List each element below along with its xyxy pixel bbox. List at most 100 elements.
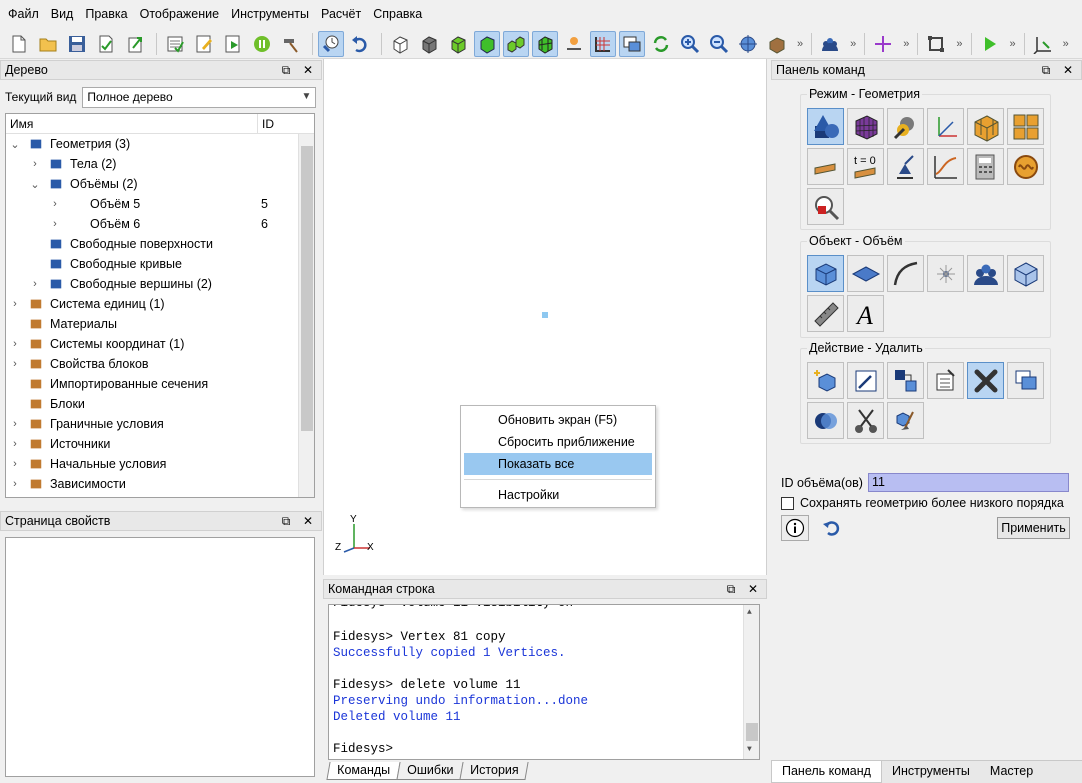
box-icon[interactable] <box>764 31 790 57</box>
inspect-mode-icon[interactable] <box>807 188 844 225</box>
surface-object-icon[interactable] <box>847 255 884 292</box>
chevron-right-icon[interactable]: › <box>10 298 20 310</box>
undock-icon[interactable]: ⧉ <box>279 514 293 529</box>
tab-wizard[interactable]: Мастер <box>980 761 1043 783</box>
ctx-settings[interactable]: Настройки <box>464 484 652 506</box>
vertex-object-icon[interactable] <box>927 255 964 292</box>
modify-action-icon[interactable] <box>847 362 884 399</box>
create-action-icon[interactable] <box>807 362 844 399</box>
zoom-out-icon[interactable] <box>706 31 732 57</box>
properties-action-icon[interactable] <box>927 362 964 399</box>
tab-tools[interactable]: Инструменты <box>882 761 980 783</box>
chevron-down-icon[interactable]: ⌄ <box>10 138 20 151</box>
ctx-show-all[interactable]: Показать все <box>464 453 652 475</box>
export-icon[interactable] <box>122 31 148 57</box>
copy-action-icon[interactable] <box>1007 362 1044 399</box>
mesh-mode-icon[interactable] <box>847 108 884 145</box>
calculator-mode-icon[interactable] <box>967 148 1004 185</box>
analysis-mode-icon[interactable] <box>1007 148 1044 185</box>
zoom-in-icon[interactable] <box>677 31 703 57</box>
cmd-scroll-thumb[interactable] <box>746 723 758 741</box>
tab-commands[interactable]: Команды <box>326 762 401 780</box>
menu-file[interactable]: Файл <box>2 0 45 29</box>
tree-row[interactable]: › Зависимости <box>6 474 314 494</box>
new-file-icon[interactable] <box>6 31 32 57</box>
close-icon[interactable]: ✕ <box>1061 63 1075 78</box>
undock-icon[interactable]: ⧉ <box>1039 63 1053 78</box>
close-icon[interactable]: ✕ <box>301 514 315 529</box>
volume-object-icon[interactable] <box>807 255 844 292</box>
toolbar-more-icon-6[interactable]: » <box>1063 38 1069 50</box>
run-script-icon[interactable] <box>220 31 246 57</box>
blocks-mode-icon[interactable] <box>967 108 1004 145</box>
chevron-right-icon[interactable]: › <box>50 218 60 230</box>
toolbar-more-icon-2[interactable]: » <box>850 38 856 50</box>
open-folder-icon[interactable] <box>35 31 61 57</box>
group-object-icon[interactable] <box>967 255 1004 292</box>
axes-icon[interactable] <box>1030 31 1056 57</box>
source-mode-icon[interactable] <box>887 148 924 185</box>
mesh-body-icon[interactable] <box>532 30 558 57</box>
reset-button[interactable] <box>818 515 846 541</box>
bounding-box-icon[interactable] <box>923 31 949 57</box>
column-id[interactable]: ID <box>258 117 274 131</box>
ctx-refresh[interactable]: Обновить экран (F5) <box>464 409 652 431</box>
transform-action-icon[interactable] <box>887 362 924 399</box>
coordinate-mode-icon[interactable] <box>927 108 964 145</box>
menu-calc[interactable]: Расчёт <box>315 0 367 29</box>
group-icon[interactable] <box>817 31 843 57</box>
geometry-mode-icon[interactable] <box>807 108 844 145</box>
curve-object-icon[interactable] <box>887 255 924 292</box>
tree-row[interactable]: ⌄ Геометрия (3) <box>6 134 314 154</box>
boundary-mode-icon[interactable] <box>807 148 844 185</box>
close-icon[interactable]: ✕ <box>301 63 315 78</box>
grid-icon[interactable] <box>590 30 616 57</box>
window-icon[interactable] <box>619 30 645 57</box>
tree-row[interactable]: Импортированные сечения <box>6 374 314 394</box>
command-output[interactable]: Fidesys> Volume 11 visibility on Fidesys… <box>328 604 760 760</box>
apply-button[interactable]: Применить <box>997 517 1070 539</box>
pause-icon[interactable] <box>249 31 275 57</box>
toolbar-more-icon[interactable]: » <box>797 38 803 50</box>
tree-row[interactable]: ⌄ Объёмы (2) <box>6 174 314 194</box>
chevron-right-icon[interactable]: › <box>10 438 20 450</box>
tab-history[interactable]: История <box>459 762 530 780</box>
close-icon[interactable]: ✕ <box>746 582 760 597</box>
select-mode-icon[interactable] <box>318 30 344 57</box>
delete-action-icon[interactable] <box>967 362 1004 399</box>
toolbar-more-icon-4[interactable]: » <box>956 38 962 50</box>
layout-mode-icon[interactable] <box>1007 108 1044 145</box>
column-name[interactable]: Имя <box>6 114 258 133</box>
boolean-action-icon[interactable] <box>807 402 844 439</box>
tree-row[interactable]: Свободные кривые <box>6 254 314 274</box>
menu-help[interactable]: Справка <box>367 0 428 29</box>
toolbar-more-icon-5[interactable]: » <box>1010 38 1016 50</box>
tree-scroll-thumb[interactable] <box>301 146 313 431</box>
undock-icon[interactable]: ⧉ <box>279 63 293 78</box>
chevron-right-icon[interactable]: › <box>10 338 20 350</box>
cmd-scrollbar[interactable]: ▲ ▼ <box>743 605 759 759</box>
tree-row[interactable]: › Системы координат (1) <box>6 334 314 354</box>
split-action-icon[interactable] <box>847 402 884 439</box>
volume-id-input[interactable]: 11 <box>868 473 1069 492</box>
tree-row[interactable]: › Свойства блоков <box>6 354 314 374</box>
rotate-icon[interactable] <box>648 31 674 57</box>
chevron-right-icon[interactable]: › <box>30 158 40 170</box>
chevron-right-icon[interactable]: › <box>30 278 40 290</box>
hidden-line-icon[interactable] <box>416 31 442 57</box>
body-object-icon[interactable] <box>1007 255 1044 292</box>
tree-row[interactable]: › Начальные условия <box>6 454 314 474</box>
current-view-select[interactable]: Полное дерево ▼ <box>82 86 317 108</box>
tree-row[interactable]: › Граничные условия <box>6 414 314 434</box>
dependency-mode-icon[interactable] <box>927 148 964 185</box>
section-view-icon[interactable] <box>561 31 587 57</box>
tree-row[interactable]: › Система единиц (1) <box>6 294 314 314</box>
multi-body-icon[interactable] <box>503 30 529 57</box>
crosshair-icon[interactable] <box>870 31 896 57</box>
undo-icon[interactable] <box>347 31 373 57</box>
tree-row[interactable]: › Объём 5 5 <box>6 194 314 214</box>
ctx-reset-zoom[interactable]: Сбросить приближение <box>464 431 652 453</box>
properties-mode-icon[interactable] <box>887 108 924 145</box>
tree-row[interactable]: › Тела (2) <box>6 154 314 174</box>
chevron-right-icon[interactable]: › <box>10 418 20 430</box>
